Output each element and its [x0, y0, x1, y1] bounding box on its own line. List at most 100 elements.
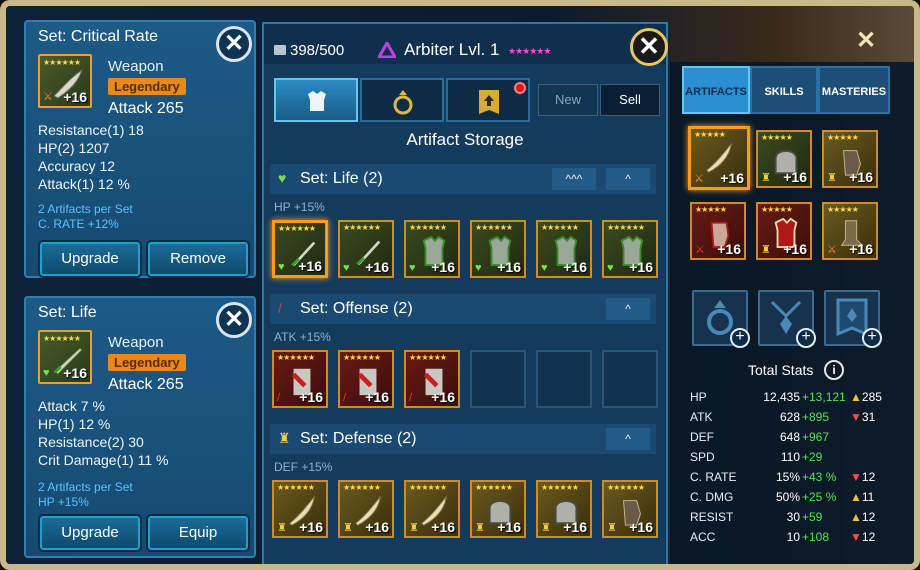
sell-toggle[interactable]: Sell — [600, 84, 660, 116]
chest-slot[interactable]: ★★★★★ ♜ +16 — [756, 202, 812, 260]
stat-bonus: +29 — [802, 450, 823, 464]
stat-delta: ▼31 — [850, 410, 876, 424]
close-card-2-button[interactable]: ✕ — [216, 302, 252, 338]
heart-icon: ♥ — [607, 262, 614, 274]
banner-slot[interactable]: + — [824, 290, 882, 348]
substat: Accuracy 12 — [38, 158, 116, 174]
stat-delta: ▲12 — [850, 510, 876, 524]
artifact-level: +16 — [63, 365, 87, 381]
star-rating: ★★★★★ — [695, 205, 727, 214]
stat-base: 15% — [775, 470, 800, 484]
stat-row: HP 12,435 +13,121 ▲285 — [690, 390, 910, 410]
artifact-level: +16 — [783, 169, 807, 185]
star-rating: ★★★★★★ — [278, 224, 316, 233]
upgrade-button[interactable]: Upgrade — [38, 240, 142, 278]
stat-bonus: +967 — [802, 430, 830, 444]
filter-banner-button[interactable] — [446, 78, 530, 122]
artifact-tile[interactable]: ★★★★★★ ♥ +16 — [404, 220, 460, 278]
close-card-1-button[interactable]: ✕ — [216, 26, 252, 62]
artifact-tile[interactable]: ★★★★★★ / +16 — [338, 350, 394, 408]
add-icon: + — [796, 328, 816, 348]
empty-artifact-slot[interactable] — [602, 350, 658, 408]
artifact-level: +16 — [720, 170, 744, 186]
hero-equipment-panel: ARTIFACTS SKILLS MASTERIES + + + Total S… — [670, 62, 914, 564]
substat: Attack(1) 12 % — [38, 176, 130, 192]
artifact-tile[interactable]: ★★★★★★ / +16 — [272, 350, 328, 408]
ring-icon — [393, 90, 413, 115]
stat-base: 50% — [775, 490, 800, 504]
offense-set-icon: ⚔ — [694, 173, 704, 185]
star-rating: ★★★★★★ — [343, 483, 381, 492]
star-rating: ★★★★★★ — [43, 334, 81, 343]
ring-slot[interactable]: + — [692, 290, 750, 348]
artifact-tile[interactable]: ★★★★★★ / +16 — [404, 350, 460, 408]
star-rating: ★★★★★★ — [475, 483, 513, 492]
tab-masteries[interactable]: MASTERIES — [818, 66, 890, 114]
stat-bonus: +13,121 — [802, 390, 846, 404]
filter-ring-button[interactable] — [360, 78, 444, 122]
artifact-tile[interactable]: ★★★★★★ ♜ +16 — [272, 480, 328, 538]
artifact-tile[interactable]: ★★★★★★ ♜ +16 — [602, 480, 658, 538]
close-hero-button[interactable]: ✕ — [856, 26, 876, 55]
stat-row: ACC 10 +108 ▼12 — [690, 530, 910, 550]
artifact-tile[interactable]: ★★★★★★ ♜ +16 — [404, 480, 460, 538]
artifact-level: +16 — [783, 241, 807, 257]
artifact-tile[interactable]: ★★★★★★ ♥ +16 — [470, 220, 526, 278]
artifact-tile[interactable]: ★★★★★★ ♥ +16 — [272, 220, 328, 278]
offense-set-icon: ⚔ — [695, 244, 705, 256]
collapse-offense-button[interactable]: ^ — [606, 298, 650, 320]
stat-row: RESIST 30 +59 ▲12 — [690, 510, 910, 530]
helmet-slot[interactable]: ★★★★★ ♜ +16 — [756, 130, 812, 188]
champion-stars: ★★★★★★ — [508, 46, 551, 56]
shield-slot[interactable]: ★★★★★ ♜ +16 — [822, 130, 878, 188]
arrow-up-icon: ▲ — [850, 490, 862, 504]
remove-button[interactable]: Remove — [146, 240, 250, 278]
artifact-tile[interactable]: ★★★★★★ ♜ +16 — [536, 480, 592, 538]
artifact-tile[interactable]: ★★★★★★ ♥ +16 — [338, 220, 394, 278]
artifact-level: +16 — [849, 241, 873, 257]
new-toggle[interactable]: New — [538, 84, 598, 116]
amulet-slot[interactable]: + — [758, 290, 816, 348]
artifact-level: +16 — [431, 389, 455, 405]
artifact-tile[interactable]: ★★★★★★ ♜ +16 — [338, 480, 394, 538]
set-bonus-count: 2 Artifacts per Set — [38, 480, 133, 494]
artifact-tile[interactable]: ★★★★★★ ♜ +16 — [470, 480, 526, 538]
set-bonus-value: C. RATE +12% — [38, 217, 119, 231]
info-icon[interactable]: i — [824, 360, 844, 380]
artifact-level: +16 — [431, 519, 455, 535]
star-rating: ★★★★★★ — [343, 223, 381, 232]
stat-row: ATK 628 +895 ▼31 — [690, 410, 910, 430]
filter-armor-button[interactable] — [274, 78, 358, 122]
artifact-weapon-icon[interactable]: ★★★★★★ ♥ +16 — [38, 330, 92, 384]
boots-slot[interactable]: ★★★★★ ⚔ +16 — [822, 202, 878, 260]
card-title: Set: Life — [38, 304, 97, 321]
offense-set-icon: / — [277, 392, 281, 404]
stat-bonus: +59 — [802, 510, 823, 524]
empty-artifact-slot[interactable] — [536, 350, 592, 408]
storage-title: Artifact Storage — [406, 130, 524, 149]
artifact-tile[interactable]: ★★★★★★ ♥ +16 — [536, 220, 592, 278]
stat-row: C. RATE 15% +43 % ▼12 — [690, 470, 910, 490]
artifact-level: +16 — [431, 259, 455, 275]
gloves-slot[interactable]: ★★★★★ ⚔ +16 — [690, 202, 746, 260]
upgrade-button[interactable]: Upgrade — [38, 514, 142, 552]
close-storage-button[interactable]: ✕ — [630, 28, 668, 66]
weapon-slot[interactable]: ★★★★★ ⚔ +16 — [688, 126, 750, 190]
tab-skills[interactable]: SKILLS — [750, 66, 818, 114]
arrow-down-icon: ▼ — [850, 410, 862, 424]
artifact-weapon-icon[interactable]: ★★★★★★ ⚔ +16 — [38, 54, 92, 108]
sort-stars-button[interactable]: ^^^ — [552, 168, 596, 190]
hero-tabs: ARTIFACTS SKILLS MASTERIES — [682, 66, 910, 114]
artifact-level: +16 — [365, 259, 389, 275]
tower-icon: ♜ — [409, 522, 419, 534]
empty-artifact-slot[interactable] — [470, 350, 526, 408]
collapse-life-button[interactable]: ^ — [606, 168, 650, 190]
offense-set-icon: / — [409, 392, 413, 404]
artifact-tile[interactable]: ★★★★★★ ♥ +16 — [602, 220, 658, 278]
heart-icon: ♥ — [541, 262, 548, 274]
stat-bonus: +43 % — [802, 470, 837, 484]
tab-artifacts[interactable]: ARTIFACTS — [682, 66, 750, 114]
heart-icon: ♥ — [475, 262, 482, 274]
collapse-defense-button[interactable]: ^ — [606, 428, 650, 450]
equip-button[interactable]: Equip — [146, 514, 250, 552]
